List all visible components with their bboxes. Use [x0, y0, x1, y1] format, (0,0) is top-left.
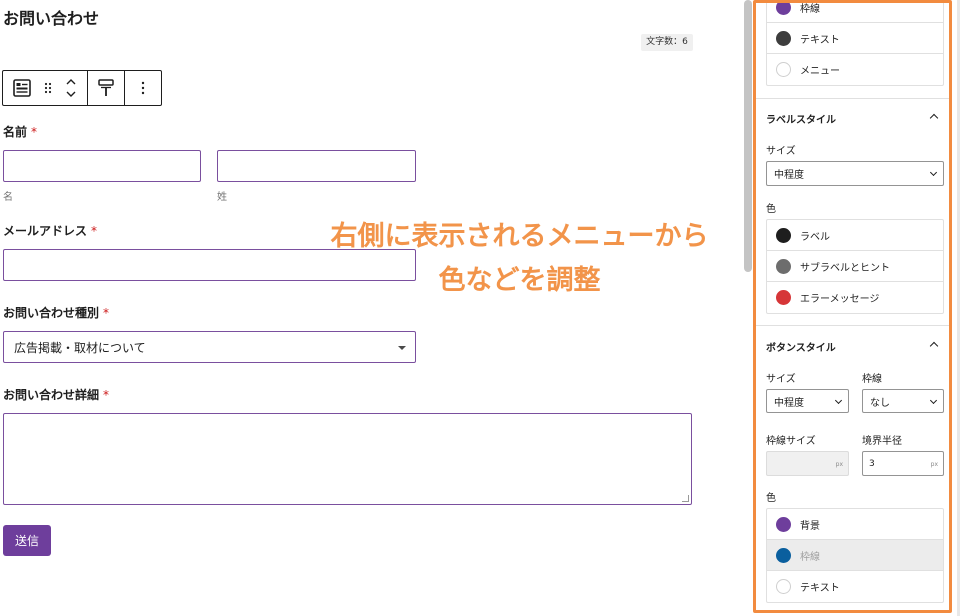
color-row-sublabel-hint[interactable]: サブラベルとヒント — [767, 251, 943, 282]
color-row-background[interactable]: 背景 — [767, 509, 943, 540]
color-row-button-border[interactable]: 枠線 — [767, 540, 943, 571]
color-swatch — [776, 516, 791, 532]
panel-divider — [755, 325, 952, 326]
inquiry-type-value: 広告掲載・取材について — [14, 340, 146, 355]
color-swatch — [776, 547, 791, 563]
email-field-label: メールアドレス * — [3, 224, 98, 238]
resize-grip-icon[interactable] — [682, 495, 689, 502]
label-color-label: 色 — [766, 204, 776, 215]
submit-button[interactable]: 送信 — [3, 525, 51, 556]
annotation-line-2: 色などを調整 — [438, 265, 601, 296]
inquiry-detail-textarea[interactable] — [3, 413, 692, 505]
button-size-label: サイズ — [766, 374, 796, 385]
color-row-label[interactable]: ラベル — [767, 220, 943, 251]
border-radius-label: 境界半径 — [862, 436, 902, 447]
first-name-input[interactable] — [3, 150, 201, 182]
unit-label: px — [930, 461, 938, 468]
color-row-error-message[interactable]: エラーメッセージ — [767, 282, 943, 313]
drag-handle-icon[interactable] — [41, 71, 55, 105]
name-field-label: 名前 * — [3, 125, 38, 139]
color-row-text[interactable]: テキスト — [767, 23, 943, 54]
inquiry-type-label: お問い合わせ種別 * — [3, 306, 110, 320]
button-color-label: 色 — [766, 493, 776, 504]
caret-down-icon — [398, 346, 406, 350]
button-size-select[interactable]: 中程度 — [766, 389, 849, 413]
move-up-down-icon[interactable] — [55, 71, 87, 105]
color-swatch — [776, 62, 791, 77]
label-size-label: サイズ — [766, 146, 796, 157]
color-swatch — [776, 227, 791, 243]
required-mark: * — [103, 306, 110, 320]
annotation-line-1: 右側に表示されるメニューから — [330, 221, 709, 252]
field-color-group: 枠線 テキスト メニュー — [766, 0, 944, 86]
required-mark: * — [103, 388, 110, 402]
chevron-down-icon — [929, 168, 938, 177]
color-swatch — [776, 290, 791, 305]
border-radius-input[interactable]: 3 px — [862, 451, 944, 476]
block-toolbar — [2, 70, 162, 106]
button-color-group: 背景 枠線 テキスト — [766, 508, 944, 603]
label-color-group: ラベル サブラベルとヒント エラーメッセージ — [766, 219, 944, 314]
inquiry-detail-label: お問い合わせ詳細 * — [3, 388, 110, 402]
border-size-input[interactable]: px — [766, 451, 849, 476]
last-name-input[interactable] — [217, 150, 416, 182]
border-size-label: 枠線サイズ — [766, 436, 816, 447]
chevron-down-icon — [929, 396, 938, 405]
label-style-title[interactable]: ラベルスタイル — [766, 111, 836, 126]
button-style-title[interactable]: ボタンスタイル — [766, 339, 836, 354]
required-mark: * — [91, 224, 98, 238]
more-options-icon[interactable] — [125, 71, 161, 105]
color-swatch — [776, 258, 791, 274]
inquiry-type-select[interactable]: 広告掲載・取材について — [3, 331, 416, 363]
char-count-badge: 文字数：6 — [641, 34, 693, 51]
last-name-sublabel: 姓 — [217, 192, 227, 203]
panel-divider — [755, 98, 952, 99]
first-name-sublabel: 名 — [3, 192, 13, 203]
page-title[interactable]: お問い合わせ — [3, 5, 99, 29]
color-row-border[interactable]: 枠線 — [767, 0, 943, 23]
color-row-button-text[interactable]: テキスト — [767, 571, 943, 602]
form-block-icon[interactable] — [3, 71, 41, 105]
color-swatch — [776, 579, 791, 594]
unit-label: px — [835, 461, 843, 468]
color-swatch — [776, 0, 791, 15]
button-border-select[interactable]: なし — [862, 389, 944, 413]
chevron-down-icon — [834, 396, 843, 405]
required-mark: * — [31, 125, 38, 139]
color-row-menu[interactable]: メニュー — [767, 54, 943, 85]
label-size-select[interactable]: 中程度 — [766, 161, 944, 186]
block-editor-canvas: お問い合わせ 文字数：6 名前 * 名 姓 メールアドレス * お問い合わせ種別… — [0, 0, 744, 616]
style-brush-icon[interactable] — [88, 71, 124, 105]
color-swatch — [776, 30, 791, 46]
annotation-callout: 右側に表示されるメニューから 色などを調整 — [297, 215, 742, 303]
button-border-label: 枠線 — [862, 374, 882, 385]
editor-scrollbar[interactable] — [744, 0, 752, 272]
